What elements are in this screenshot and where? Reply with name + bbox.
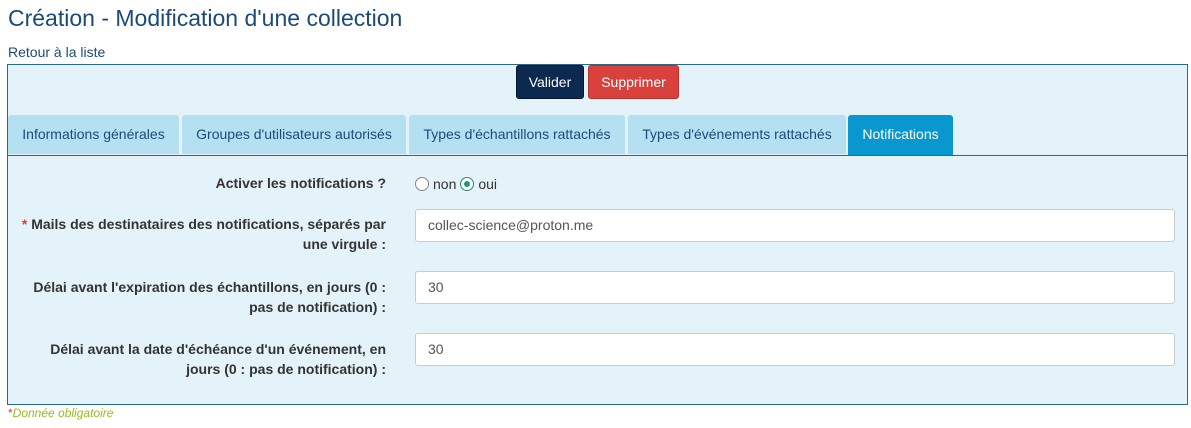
tab-sample-types[interactable]: Types d'échantillons rattachés <box>409 115 625 154</box>
tab-authorized-user-groups[interactable]: Groupes d'utilisateurs autorisés <box>182 115 406 154</box>
tab-bar: Informations générales Groupes d'utilisa… <box>8 115 1187 156</box>
form-toolbar: Valider Supprimer <box>8 65 1187 101</box>
required-field-footnote: *Donnée obligatoire <box>8 406 114 420</box>
recipient-mails-field[interactable]: collec-science@proton.me <box>415 209 1175 242</box>
page-title: Création - Modification d'une collection <box>8 5 403 31</box>
back-to-list-link[interactable]: Retour à la liste <box>8 44 105 60</box>
event-deadline-delay-field[interactable]: 30 <box>415 333 1175 366</box>
delete-button[interactable]: Supprimer <box>588 65 679 99</box>
event-deadline-delay-label: Délai avant la date d'échéance d'un évén… <box>50 341 386 377</box>
enable-notifications-label: Activer les notifications ? <box>215 175 386 191</box>
recipient-mails-label: * Mails des destinataires des notificati… <box>21 216 386 252</box>
sample-expiration-delay-field[interactable]: 30 <box>415 271 1175 304</box>
sample-expiration-delay-label: Délai avant l'expiration des échantillon… <box>33 279 386 315</box>
enable-notifications-radio-group: non oui <box>415 175 501 193</box>
notifications-no-label: non <box>433 176 457 193</box>
notifications-yes-radio[interactable] <box>460 177 475 192</box>
validate-button[interactable]: Valider <box>516 65 584 99</box>
tab-notifications[interactable]: Notifications <box>848 115 953 155</box>
collection-form-panel: Valider Supprimer Informations générales… <box>7 64 1188 405</box>
notifications-no-radio[interactable] <box>415 177 429 192</box>
tab-general-information[interactable]: Informations générales <box>8 115 179 154</box>
required-marker: * <box>21 216 28 232</box>
tab-event-types[interactable]: Types d'événements rattachés <box>628 115 846 154</box>
notifications-yes-label: oui <box>478 176 498 193</box>
